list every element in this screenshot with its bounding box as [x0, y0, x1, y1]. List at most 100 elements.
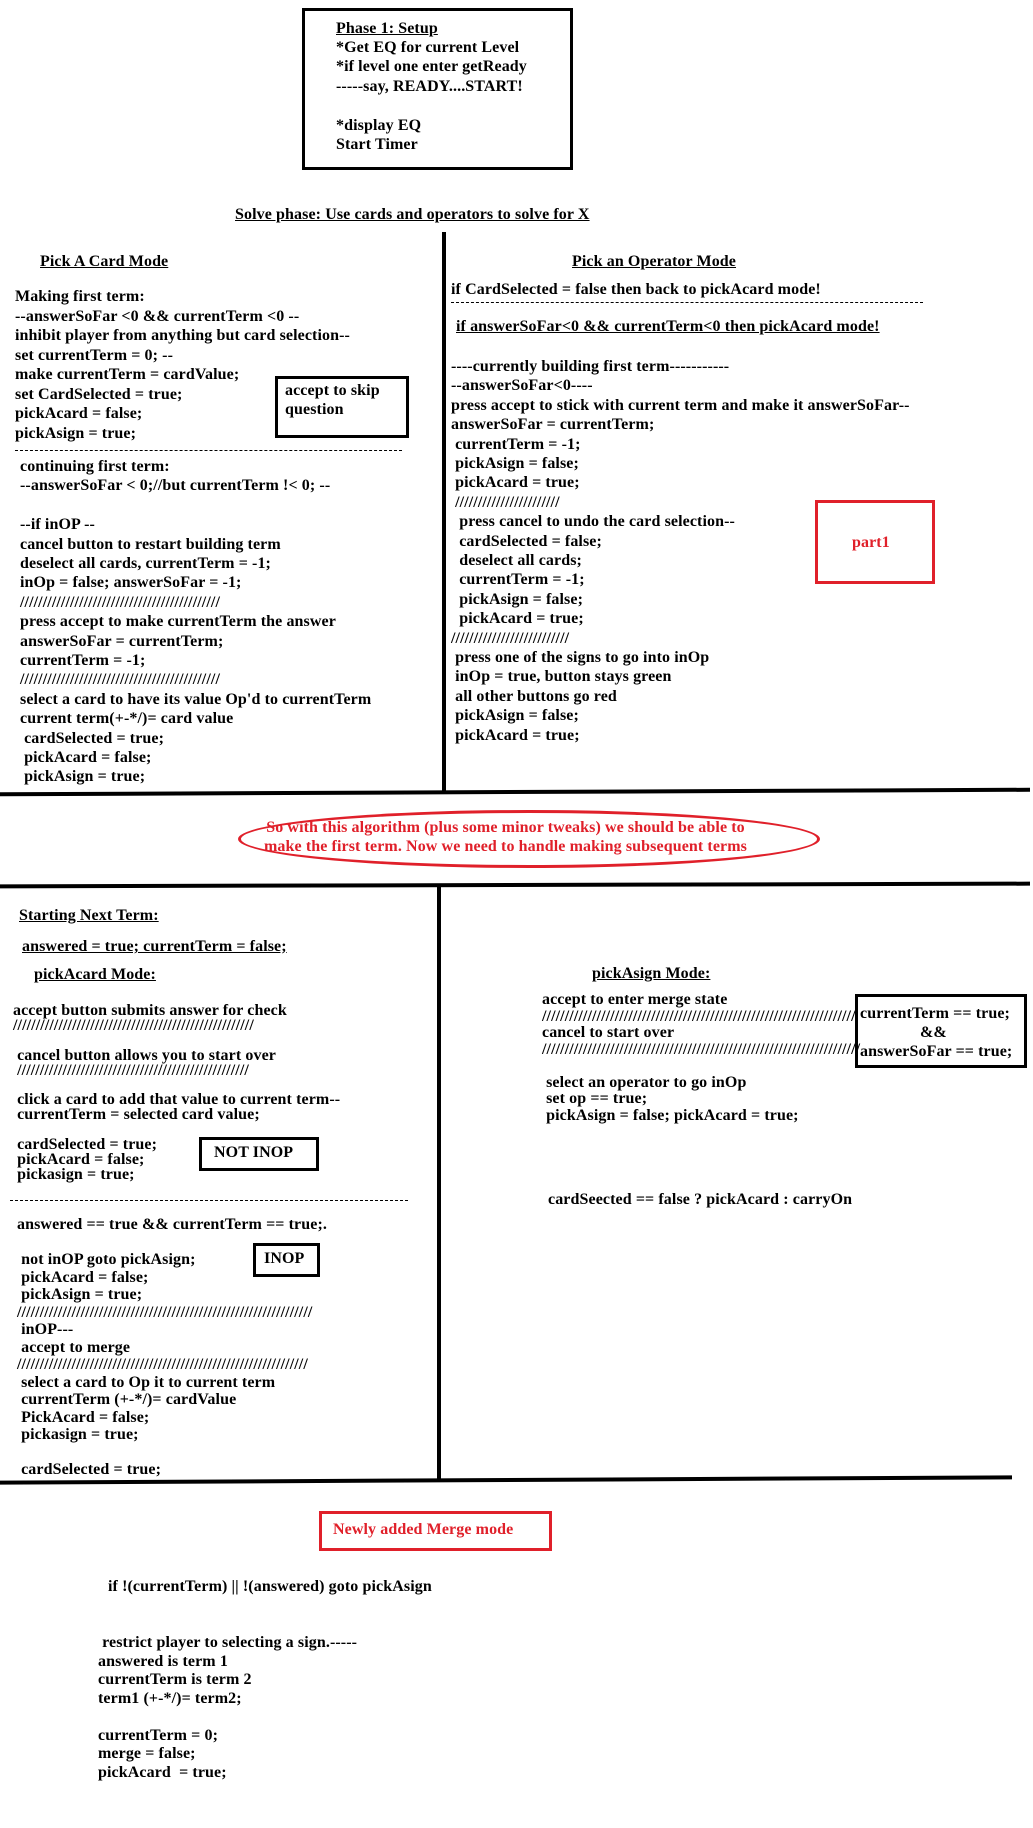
- text-line: ////////////////////////////////////////…: [20, 671, 220, 689]
- text-line: answerSoFar = currentTerm;: [20, 632, 224, 650]
- text-line: currentTerm is term 2: [98, 1671, 252, 1688]
- text-line: cardSelected = true;: [20, 729, 165, 747]
- text-line: ////////////////////////////////////////…: [20, 593, 220, 611]
- text-line: Making first term:: [15, 288, 145, 305]
- pick-operator-title: Pick an Operator Mode: [572, 253, 737, 270]
- text-line: ////////////////////////////////////////…: [13, 1016, 254, 1034]
- text-line: currentTerm = selected card value;: [13, 1106, 260, 1124]
- text-line: press one of the signs to go into inOp: [451, 649, 710, 666]
- text-line: restrict player to selecting a sign.----…: [98, 1634, 358, 1651]
- text-line: press accept to make currentTerm the ans…: [20, 613, 336, 631]
- text-line: answered is term 1: [98, 1652, 228, 1670]
- text-line: deselect all cards;: [451, 552, 582, 569]
- text-line: pickAcard = false;: [15, 405, 143, 422]
- pick-operator-sep1: [451, 302, 923, 303]
- text-line: pickAcard = true;: [451, 610, 584, 628]
- text-line: pickAsign = true;: [20, 768, 146, 786]
- text-line: inOp = true, button stays green: [451, 668, 672, 686]
- text-line: inhibit player from anything but card se…: [15, 327, 350, 344]
- text-line: ////////////////////////////////////////…: [17, 1303, 313, 1321]
- text-line: answered == true && currentTerm == true;…: [17, 1216, 327, 1233]
- text-line: not inOP goto pickAsign;: [17, 1251, 196, 1268]
- text-line: --answerSoFar < 0;//but currentTerm !< 0…: [20, 477, 331, 495]
- pick-operator-line2: if answerSoFar<0 && currentTerm<0 then p…: [456, 318, 880, 335]
- text-line: ////////////////////////////////////////…: [542, 1040, 861, 1058]
- text-line: pickasign = true;: [17, 1426, 139, 1443]
- text-line: currentTerm = 0;: [98, 1726, 219, 1744]
- text-line: cardSelected = false;: [451, 532, 602, 550]
- carry-line: cardSeected == false ? pickAcard : carry…: [548, 1191, 853, 1208]
- text-line: //////////////////////////: [451, 629, 570, 647]
- text-line: *Get EQ for current Level: [336, 39, 520, 56]
- text-line: pickAcard = true;: [98, 1763, 227, 1781]
- text-line: *display EQ: [336, 116, 422, 134]
- lower-divider: [437, 886, 441, 1482]
- text-line: inOP---: [17, 1321, 74, 1338]
- text-line: --answerSoFar<0----: [451, 377, 593, 395]
- text-line: pickAsign = true;: [15, 424, 137, 442]
- text-line: set CardSelected = true;: [15, 385, 183, 403]
- text-line: cardSelected = true;: [17, 1461, 162, 1478]
- condition-line2: &&: [920, 1024, 947, 1041]
- condition-line3: answerSoFar == true;: [860, 1043, 1013, 1060]
- text-line: term1 (+-*/)= term2;: [98, 1689, 242, 1707]
- text-line: pickAsign = false;: [451, 590, 584, 608]
- not-inop-label: NOT INOP: [214, 1144, 294, 1161]
- solve-header: Solve phase: Use cards and operators to …: [235, 206, 590, 223]
- text-line: pickAsign = false; pickAcard = true;: [542, 1106, 799, 1124]
- merge-line1: if !(currentTerm) || !(answered) goto pi…: [108, 1578, 432, 1595]
- text-line: -----say, READY....START!: [336, 77, 523, 95]
- text-line: merge = false;: [98, 1745, 196, 1762]
- text-line: pickAsign = false;: [451, 455, 579, 472]
- pick-asign-title: pickAsign Mode:: [592, 965, 711, 982]
- text-line: currentTerm (+-*/)= cardValue: [17, 1391, 237, 1408]
- text-line: ////////////////////////////////////////…: [13, 1061, 249, 1079]
- text-line: --answerSoFar <0 && currentTerm <0 --: [15, 307, 300, 325]
- text-line: --if inOP --: [20, 516, 95, 534]
- text-line: currentTerm = -1;: [451, 435, 581, 453]
- next-term-separator: [10, 1200, 408, 1201]
- text-line: inOp = false; answerSoFar = -1;: [20, 574, 242, 592]
- upper-bottom-line: [0, 787, 1031, 797]
- merge-title: Newly added Merge mode: [333, 1521, 514, 1538]
- text-line: all other buttons go red: [451, 687, 617, 705]
- text-line: cancel button to restart building term: [20, 535, 281, 553]
- text-line: deselect all cards, currentTerm = -1;: [20, 555, 271, 572]
- text-line: press accept to stick with current term …: [451, 396, 910, 414]
- text-line: ////////////////////////////////////////…: [17, 1356, 308, 1373]
- pick-card-title: Pick A Card Mode: [40, 253, 169, 270]
- part1-label: part1: [852, 534, 890, 551]
- text-line: answerSoFar = currentTerm;: [451, 416, 655, 434]
- text-line: Start Timer: [336, 136, 418, 153]
- inop-label: INOP: [264, 1250, 305, 1267]
- text-line: currentTerm = -1;: [451, 571, 585, 589]
- text-line: select a card to have its value Op'd to …: [20, 690, 372, 708]
- accept-skip-label: accept to skip question: [285, 382, 380, 419]
- text-line: press cancel to undo the card selection-…: [451, 513, 735, 531]
- next-term-title: Starting Next Term:: [19, 907, 159, 924]
- lower-top-line: [0, 881, 1031, 889]
- text-line: currentTerm = -1;: [20, 652, 146, 669]
- text-line: pickAcard = true;: [451, 726, 580, 744]
- text-line: ----currently building first term-------…: [451, 358, 730, 375]
- text-line: pickasign = true;: [13, 1165, 135, 1183]
- text-line: ///////////////////////: [451, 493, 560, 511]
- text-line: select a card to Op it to current term: [17, 1373, 276, 1391]
- text-line: pickAsign = false;: [451, 707, 579, 725]
- next-term-subtitle: pickAcard Mode:: [34, 966, 156, 983]
- text-line: pickAcard = true;: [451, 474, 580, 492]
- text-line: pickAcard = false;: [20, 749, 152, 766]
- text-line: set currentTerm = 0; --: [15, 346, 174, 364]
- text-line: current term(+-*/)= card value: [20, 710, 234, 728]
- text-line: pickAsign = true;: [17, 1286, 143, 1303]
- text-line: continuing first term:: [20, 458, 170, 475]
- text-line: make currentTerm = cardValue;: [15, 366, 240, 383]
- pick-card-separator: [15, 450, 402, 451]
- text-line: pickAcard = false;: [17, 1268, 149, 1286]
- next-term-line: answered = true; currentTerm = false;: [22, 938, 287, 955]
- upper-divider: [442, 232, 446, 794]
- condition-line1: currentTerm == true;: [860, 1005, 1010, 1022]
- text-line: PickAcard = false;: [17, 1408, 150, 1426]
- text-line: accept to merge: [17, 1338, 131, 1356]
- text-line: *if level one enter getReady: [336, 58, 527, 76]
